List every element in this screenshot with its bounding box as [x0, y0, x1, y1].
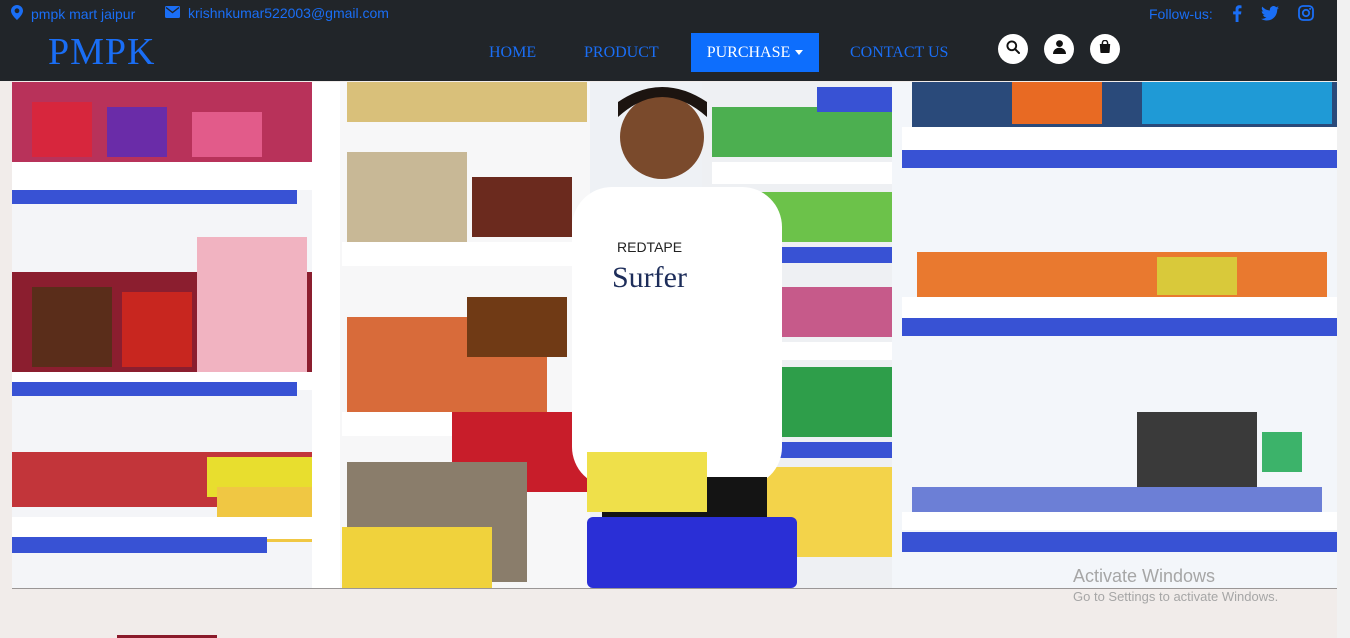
instagram-icon[interactable]	[1297, 4, 1315, 22]
envelope-icon	[165, 5, 180, 21]
nav-purchase-label: PURCHASE	[706, 43, 791, 61]
twitter-icon[interactable]	[1261, 4, 1279, 22]
location-text: pmpk mart jaipur	[31, 6, 136, 22]
page: pmpk mart jaipur krishnkumar522003@gmail…	[0, 0, 1350, 638]
hero-banner-image: REDTAPE Surfer	[12, 82, 1337, 588]
grocery-store-photo: REDTAPE Surfer	[12, 82, 1337, 588]
cart-button[interactable]	[1090, 34, 1120, 64]
nav-home[interactable]: HOME	[489, 44, 536, 62]
site-header: pmpk mart jaipur krishnkumar522003@gmail…	[0, 0, 1337, 81]
email-text[interactable]: krishnkumar522003@gmail.com	[188, 5, 389, 21]
shopping-bag-icon	[1099, 39, 1111, 58]
facebook-icon[interactable]	[1228, 4, 1246, 22]
map-pin-icon	[11, 5, 23, 23]
nav-purchase-dropdown[interactable]: PURCHASE	[691, 33, 819, 72]
search-icon	[1006, 39, 1020, 59]
svg-text:Surfer: Surfer	[612, 261, 687, 294]
location-info: pmpk mart jaipur	[11, 5, 135, 23]
site-logo[interactable]: PMPK	[48, 30, 156, 74]
nav-product[interactable]: PRODUCT	[584, 44, 659, 62]
search-button[interactable]	[998, 34, 1028, 64]
nav-contact-us[interactable]: CONTACT US	[850, 44, 948, 62]
account-button[interactable]	[1044, 34, 1074, 64]
email-info[interactable]: krishnkumar522003@gmail.com	[165, 5, 389, 21]
watermark-title: Activate Windows	[1073, 566, 1216, 586]
contact-topbar: pmpk mart jaipur krishnkumar522003@gmail…	[0, 0, 1337, 26]
page-scrollbar[interactable]	[1337, 0, 1350, 638]
user-icon	[1052, 39, 1066, 59]
svg-text:REDTAPE: REDTAPE	[617, 239, 682, 255]
caret-down-icon	[795, 50, 804, 55]
follow-label: Follow-us:	[1149, 6, 1213, 22]
windows-activation-watermark: Activate Windows Go to Settings to activ…	[1073, 565, 1278, 606]
watermark-subtitle: Go to Settings to activate Windows.	[1073, 589, 1279, 604]
